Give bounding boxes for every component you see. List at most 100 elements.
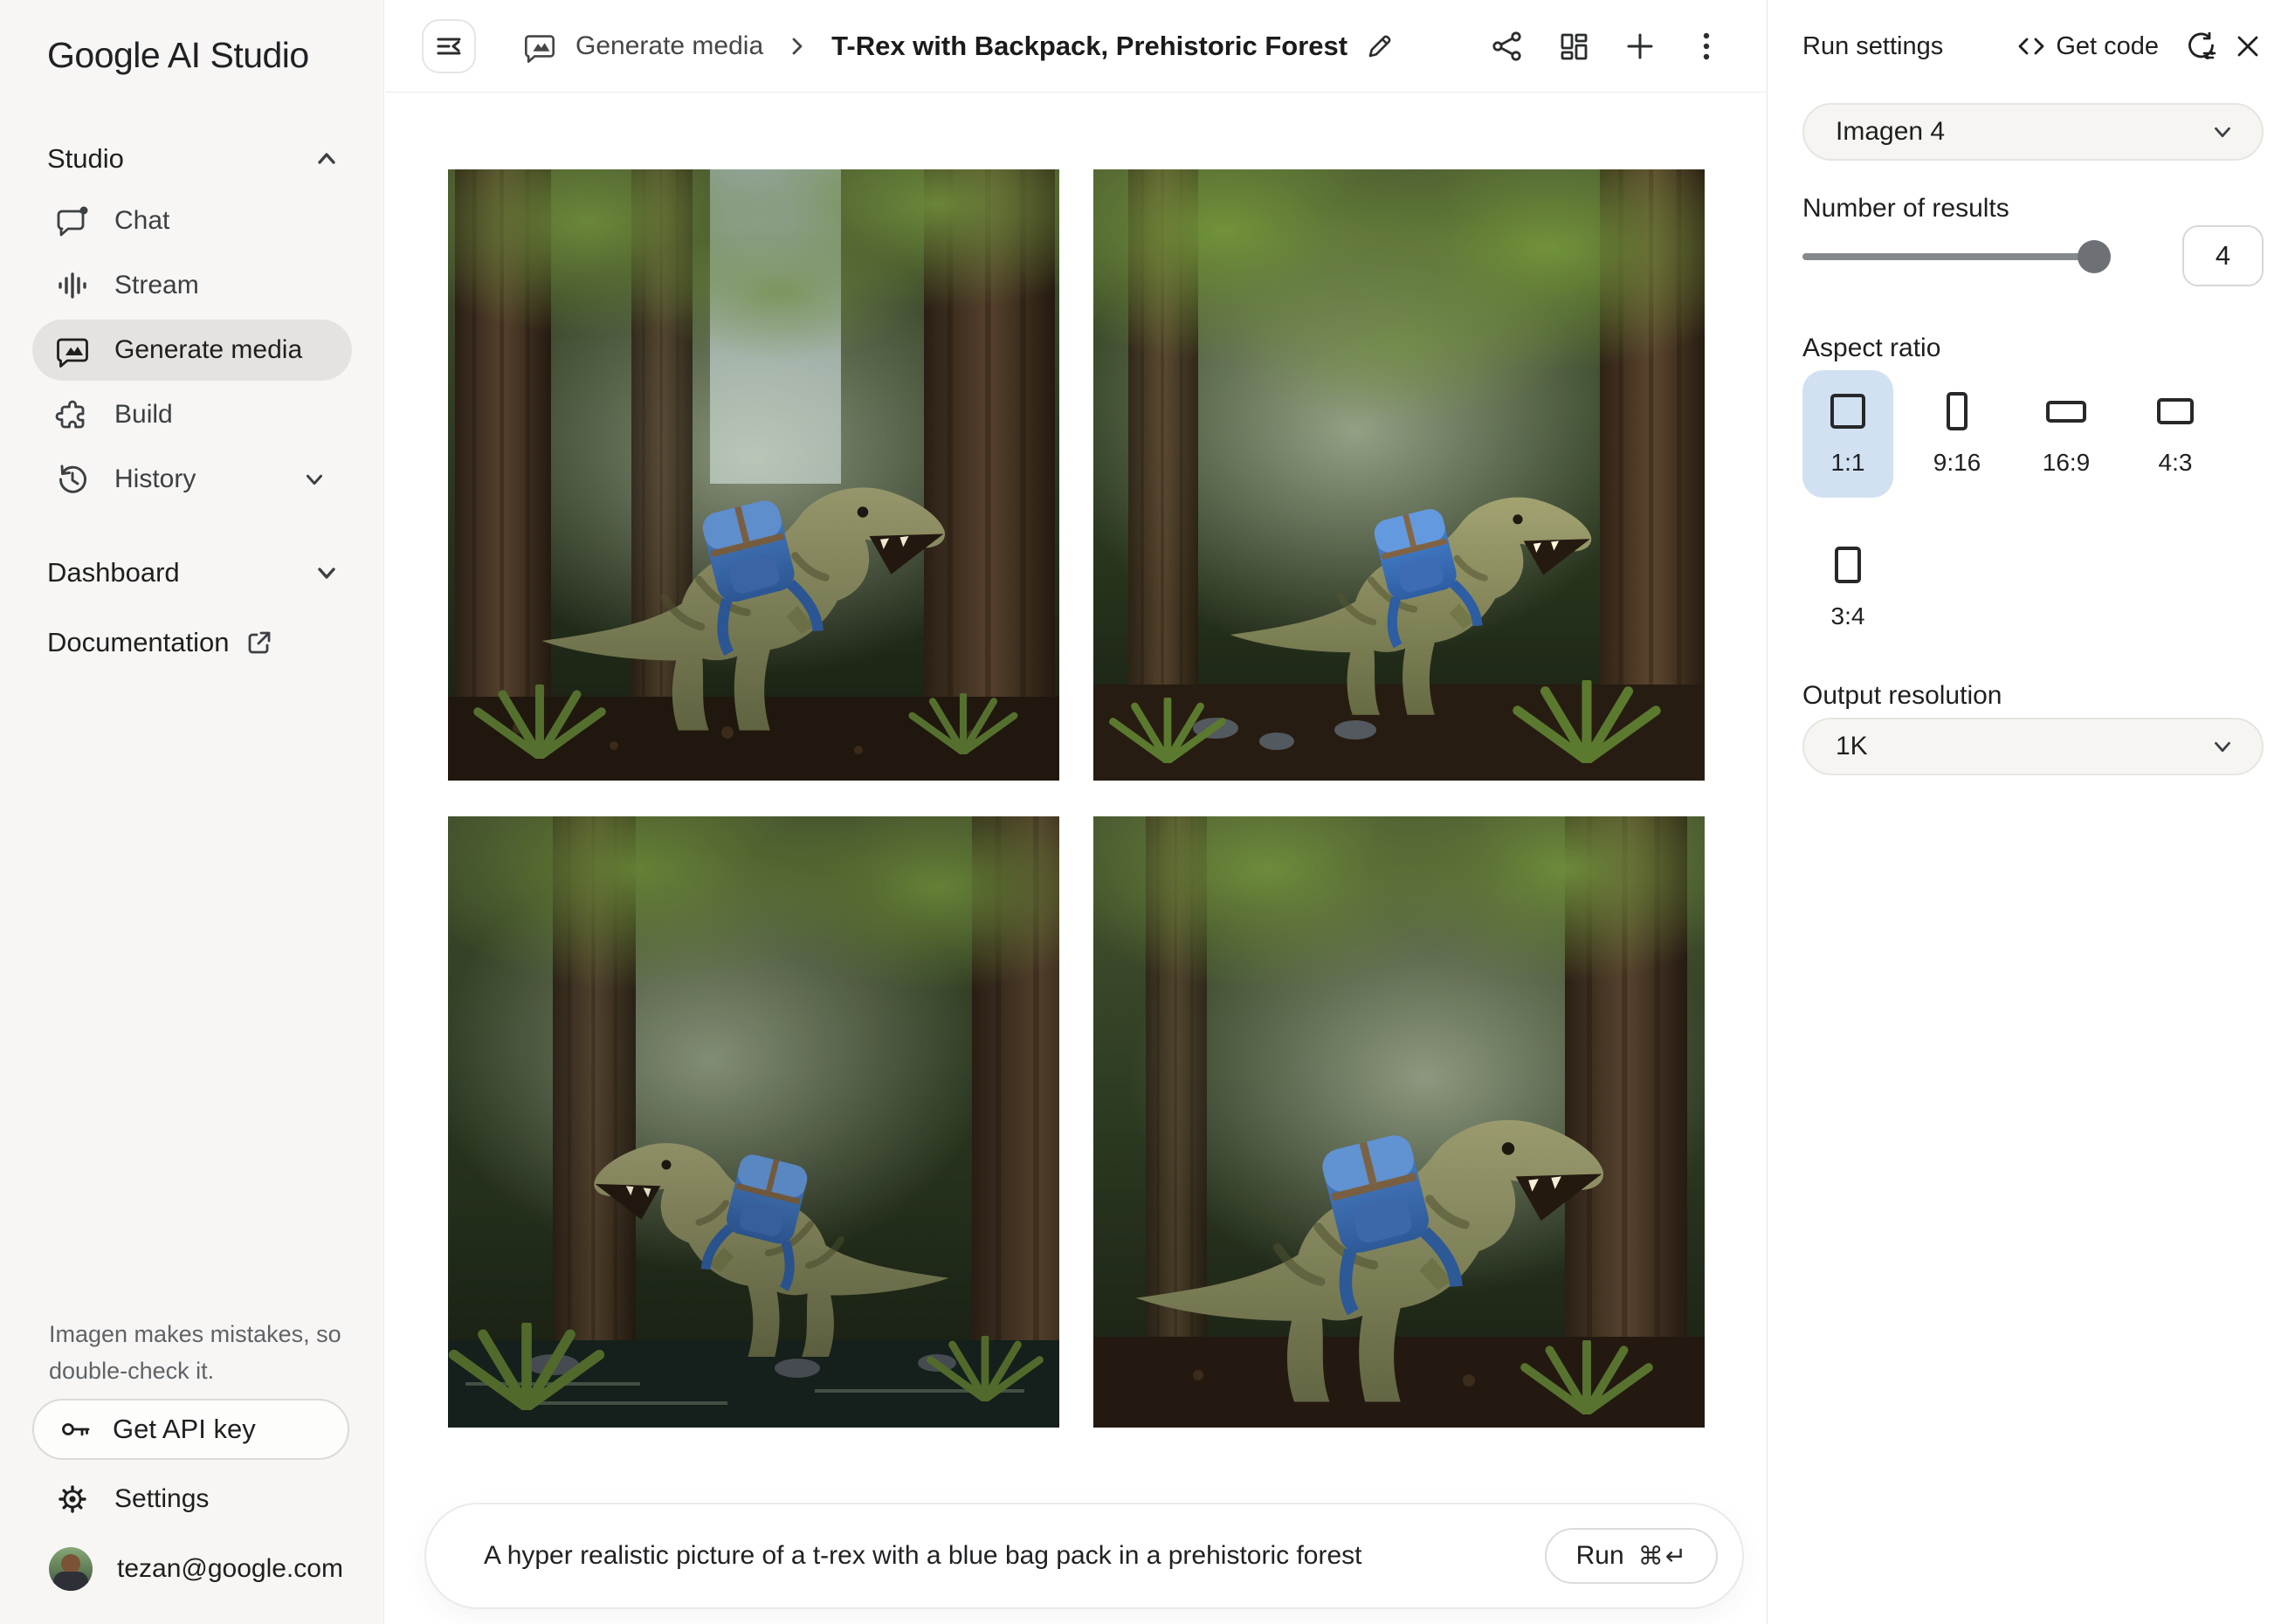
get-code-label: Get code <box>2056 32 2159 61</box>
generate-media-icon <box>55 333 90 368</box>
aspect-option-label: 1:1 <box>1831 449 1865 477</box>
enter-key-icon: ↵ <box>1665 1541 1686 1571</box>
sidebar-item-label: Chat <box>114 206 169 236</box>
sidebar-item-chat[interactable]: Chat <box>32 190 352 251</box>
settings-label: Settings <box>114 1484 209 1514</box>
model-select-value: Imagen 4 <box>1836 117 1945 147</box>
external-link-icon <box>245 629 273 657</box>
run-settings-panel: Run settings Get code Imagen 4 Number o <box>1767 0 2288 1624</box>
number-of-results-label: Number of results <box>1802 194 2009 224</box>
aspect-4-3-icon <box>2157 391 2194 431</box>
sidebar-section-dashboard[interactable]: Dashboard <box>0 548 384 597</box>
sidebar-item-history[interactable]: History <box>32 449 352 510</box>
panel-actions: Get code <box>2016 27 2267 65</box>
sidebar-item-label: Stream <box>114 271 199 300</box>
sidebar-item-label: History <box>114 464 196 494</box>
sidebar-item-build[interactable]: Build <box>32 384 352 445</box>
edit-title-icon[interactable] <box>1365 31 1395 61</box>
sidebar-item-label: Generate media <box>114 335 302 365</box>
studio-section-label: Studio <box>47 143 124 175</box>
run-settings-header: Run settings Get code <box>1768 0 2288 93</box>
aspect-3-4-icon <box>1835 545 1861 585</box>
main-header: Generate media T-Rex with Backpack, Preh… <box>385 0 1767 93</box>
sidebar-item-settings[interactable]: Settings <box>32 1469 352 1530</box>
sidebar-section-studio[interactable]: Studio <box>0 134 384 183</box>
results-slider-thumb[interactable] <box>2078 240 2111 273</box>
aspect-option-9-16[interactable]: 9:16 <box>1912 370 2002 498</box>
chevron-down-icon <box>2209 119 2236 145</box>
apps-grid-icon[interactable] <box>1554 26 1594 66</box>
result-image-4[interactable] <box>1093 816 1705 1428</box>
breadcrumb[interactable]: Generate media <box>575 31 763 61</box>
documentation-label: Documentation <box>47 627 230 658</box>
aspect-9-16-icon <box>1947 391 1968 431</box>
sidebar-item-generate-media[interactable]: Generate media <box>32 320 352 381</box>
aspect-option-label: 9:16 <box>1933 449 1981 477</box>
get-api-key-label: Get API key <box>113 1414 256 1445</box>
aspect-option-16-9[interactable]: 16:9 <box>2021 370 2112 498</box>
disclaimer-text: Imagen makes mistakes, so double-check i… <box>49 1317 342 1390</box>
google-ai-studio-app: Google AI Studio Studio Chat Stream Gene… <box>0 0 2288 1624</box>
waveform-icon <box>55 268 90 303</box>
sidebar-item-stream[interactable]: Stream <box>32 255 352 316</box>
share-icon[interactable] <box>1487 26 1527 66</box>
run-button[interactable]: Run ⌘ ↵ <box>1545 1528 1718 1584</box>
avatar <box>49 1547 93 1591</box>
results-slider-track[interactable] <box>1802 253 2094 260</box>
history-icon <box>55 462 90 497</box>
prompt-input[interactable]: A hyper realistic picture of a t-rex wit… <box>484 1541 1545 1571</box>
chevron-down-icon <box>301 466 327 492</box>
more-options-icon[interactable] <box>1686 26 1726 66</box>
gear-icon <box>55 1482 90 1517</box>
output-resolution-label: Output resolution <box>1802 681 2002 711</box>
results-grid <box>448 169 1706 1428</box>
chevron-down-icon <box>313 559 341 587</box>
run-button-label: Run <box>1576 1541 1624 1571</box>
aspect-1-1-icon <box>1830 391 1865 431</box>
aspect-ratio-label: Aspect ratio <box>1802 334 1940 363</box>
result-image-1[interactable] <box>448 169 1059 781</box>
key-icon <box>59 1412 93 1447</box>
app-logo[interactable]: Google AI Studio <box>47 35 309 76</box>
cmd-key-icon: ⌘ <box>1638 1541 1664 1571</box>
chat-bubble-icon <box>55 203 90 238</box>
aspect-option-label: 4:3 <box>2159 449 2193 477</box>
get-api-key-button[interactable]: Get API key <box>32 1399 349 1460</box>
output-resolution-value: 1K <box>1836 732 1868 761</box>
puzzle-icon <box>55 397 90 432</box>
aspect-option-label: 3:4 <box>1831 602 1865 630</box>
aspect-16-9-icon <box>2046 391 2086 431</box>
account-row[interactable]: tezan@google.com <box>32 1538 352 1600</box>
header-actions <box>1487 26 1726 66</box>
collapse-panel-icon <box>432 30 465 63</box>
results-count-input[interactable]: 4 <box>2182 225 2264 286</box>
sidebar: Google AI Studio Studio Chat Stream Gene… <box>0 0 384 1624</box>
chevron-right-icon <box>786 35 809 58</box>
aspect-option-4-3[interactable]: 4:3 <box>2130 370 2221 498</box>
result-image-2[interactable] <box>1093 169 1705 781</box>
model-select[interactable]: Imagen 4 <box>1802 103 2264 161</box>
code-icon <box>2016 31 2047 62</box>
result-image-3[interactable] <box>448 816 1059 1428</box>
sidebar-item-label: Build <box>114 400 173 430</box>
collapse-sidebar-button[interactable] <box>422 19 476 73</box>
account-email: tezan@google.com <box>117 1554 343 1584</box>
generate-media-icon <box>523 30 556 63</box>
output-resolution-select[interactable]: 1K <box>1802 718 2264 775</box>
reset-settings-icon[interactable] <box>2181 27 2220 65</box>
close-icon[interactable] <box>2229 27 2267 65</box>
run-settings-title: Run settings <box>1802 32 1943 61</box>
prompt-bar[interactable]: A hyper realistic picture of a t-rex wit… <box>424 1503 1744 1609</box>
page-title: T-Rex with Backpack, Prehistoric Forest <box>831 31 1347 62</box>
main-content: Generate media T-Rex with Backpack, Preh… <box>385 0 1767 1624</box>
aspect-option-label: 16:9 <box>2043 449 2091 477</box>
chevron-up-icon <box>313 145 341 173</box>
aspect-option-1-1[interactable]: 1:1 <box>1802 370 1893 498</box>
chevron-down-icon <box>2209 733 2236 760</box>
aspect-option-3-4[interactable]: 3:4 <box>1802 524 1893 651</box>
run-shortcut: ⌘ ↵ <box>1638 1541 1686 1571</box>
sidebar-item-documentation[interactable]: Documentation <box>47 618 353 667</box>
get-code-button[interactable]: Get code <box>2016 31 2173 62</box>
dashboard-section-label: Dashboard <box>47 557 180 588</box>
add-icon[interactable] <box>1620 26 1660 66</box>
